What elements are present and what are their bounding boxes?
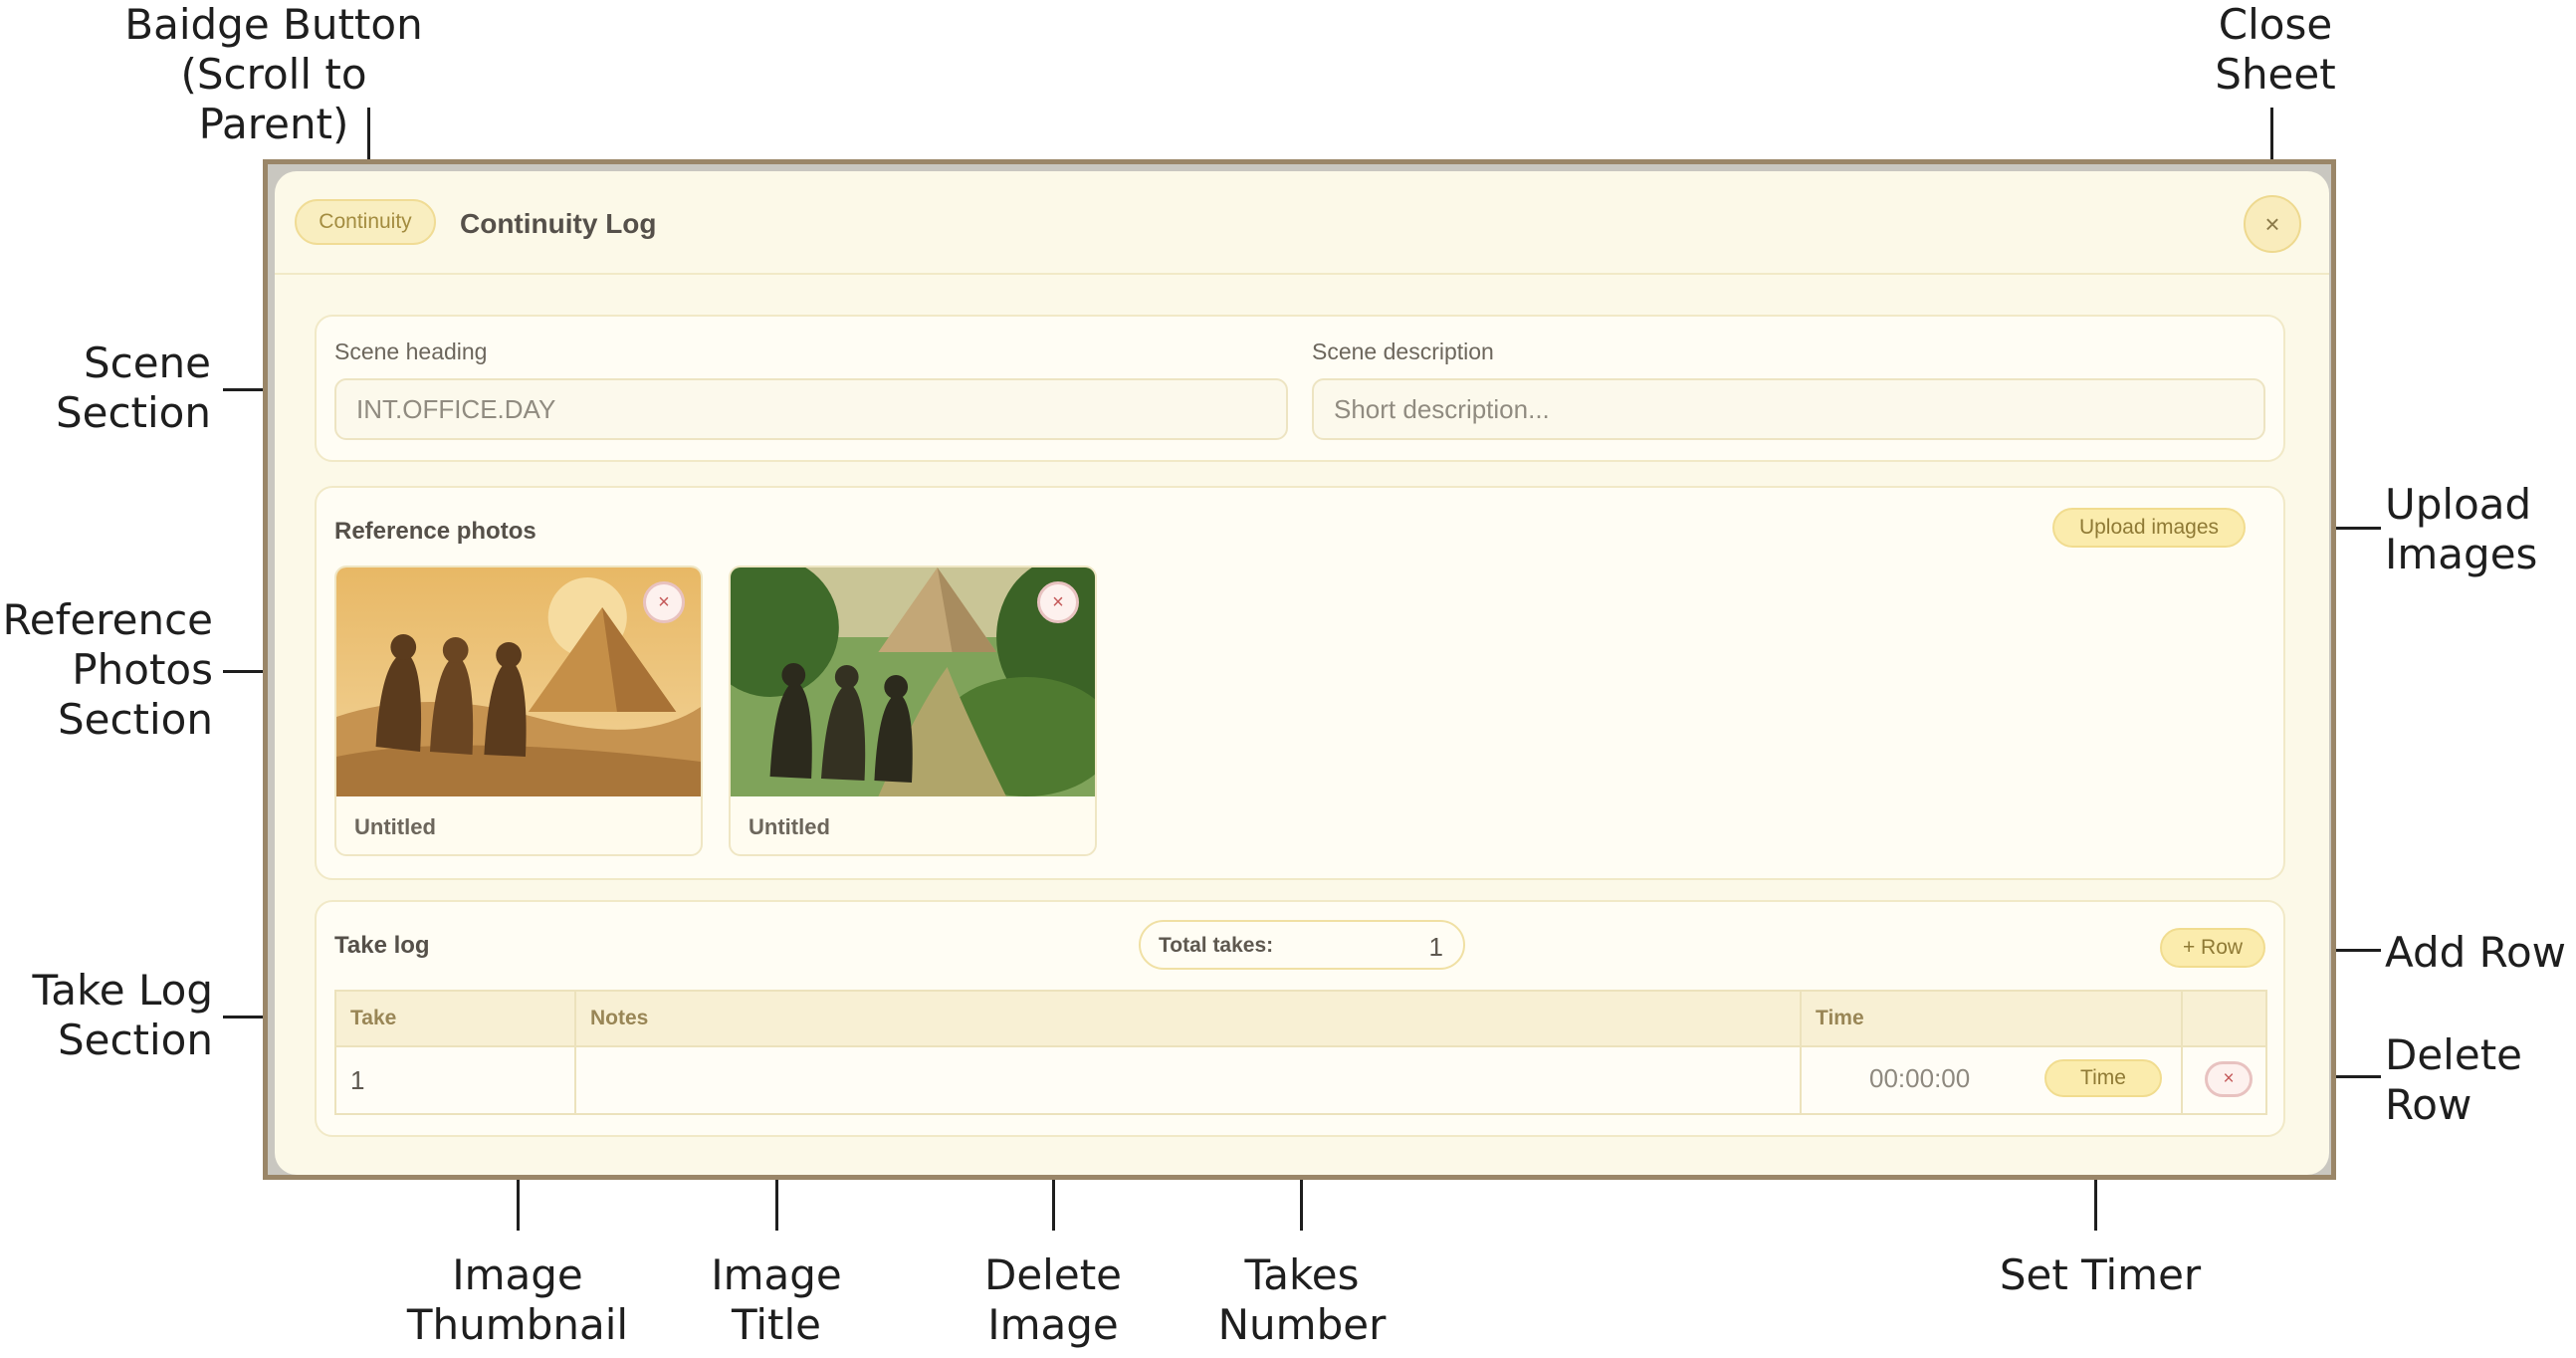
annotation-line: Close [2218,0,2333,49]
take-log-section: Take log Total takes: 1 + Row Take Notes… [315,900,2285,1137]
annotation-delete-row: Delete Row [2385,1030,2564,1130]
total-takes-value: 1 [1428,932,1443,962]
image-card[interactable]: × Untitled [334,566,703,856]
annotation-line: Image [711,1250,842,1299]
close-icon: × [2223,1068,2235,1089]
annotation-image-thumbnail: Image Thumbnail [398,1250,637,1350]
annotation-upload-images: Upload Images [2385,480,2564,579]
annotation-take-log-section: Take Log Section [10,966,213,1065]
annotation-line: Section [55,388,211,437]
annotation-line: Scene [83,339,211,387]
image-title: Untitled [749,814,830,839]
annotation-delete-image: Delete Image [973,1250,1133,1350]
annotation-line: Number [1217,1300,1387,1349]
total-takes: Total takes: 1 [1139,920,1465,970]
annotation-line: Photos [72,645,213,694]
actions-cell: × [2181,1045,2267,1115]
delete-image-button[interactable]: × [643,581,685,623]
annotation-line: Delete [984,1250,1122,1299]
close-sheet-button[interactable]: × [2244,195,2301,253]
scene-heading-label: Scene heading [334,339,488,364]
annotation-line: Take Log [32,966,213,1015]
column-header-notes: Notes [574,990,1802,1047]
add-row-button[interactable]: + Row [2160,928,2265,968]
annotation-line: Reference [2,595,214,644]
delete-row-button[interactable]: × [2205,1061,2253,1097]
sheet-header: Continuity Continuity Log × [275,171,2329,275]
annotation-line: Thumbnail [406,1300,629,1349]
close-icon: × [1052,591,1064,613]
image-title: Untitled [354,814,436,839]
set-timer-button[interactable]: Time [2044,1059,2162,1097]
badge-button[interactable]: Continuity [295,199,436,245]
take-log-title: Take log [334,932,430,959]
scene-description-input[interactable]: Short description... [1312,378,2265,440]
annotation-reference-photos-section: Reference Photos Section [0,595,214,745]
annotation-takes-number: Takes Number [1212,1250,1392,1350]
annotation-scene-section: Scene Section [20,339,211,438]
close-icon: × [658,591,670,613]
upload-images-button[interactable]: Upload images [2052,508,2246,548]
column-header-time: Time [1800,990,2183,1047]
annotation-line: Image [452,1250,583,1299]
table-header-row: Take Notes Time [334,990,2267,1047]
time-cell: 00:00:00 Time [1800,1045,2183,1115]
annotation-line: Takes [1244,1250,1360,1299]
scene-section: Scene heading INT.OFFICE.DAY Scene descr… [315,315,2285,462]
take-log-table: Take Notes Time 1 00:00:00 Time × [334,990,2267,1115]
annotation-add-row: Add Row [2385,928,2567,977]
annotation-line: Row [2385,1080,2472,1129]
scene-heading-input[interactable]: INT.OFFICE.DAY [334,378,1288,440]
scene-description-label: Scene description [1312,339,1494,364]
annotation-line: Title [731,1300,821,1349]
annotation-line: Baidge Button [124,0,423,49]
table-row: 1 00:00:00 Time × [334,1045,2267,1115]
annotation-line: Sheet [2215,50,2336,99]
notes-cell[interactable] [574,1045,1802,1115]
take-cell[interactable]: 1 [334,1045,576,1115]
annotation-close-sheet: Close Sheet [2206,0,2345,100]
time-value: 00:00:00 [1869,1063,1971,1093]
delete-image-button[interactable]: × [1037,581,1079,623]
annotation-set-timer: Set Timer [1999,1250,2202,1299]
annotation-line: (Scroll to Parent) [180,50,367,148]
annotation-image-title: Image Title [697,1250,856,1350]
image-card[interactable]: × Untitled [729,566,1097,856]
annotation-line: Delete [2385,1030,2522,1079]
continuity-sheet: Continuity Continuity Log × Scene headin… [275,171,2329,1175]
close-icon: × [2264,209,2280,239]
reference-photos-title: Reference photos [334,518,537,545]
annotation-badge-button: Baidge Button (Scroll to Parent) [109,0,438,149]
sheet-title: Continuity Log [460,208,657,239]
annotation-line: Section [57,1016,213,1064]
annotation-line: Upload [2385,480,2532,529]
reference-photos-section: Reference photos Upload images × Untitle… [315,486,2285,880]
column-header-take: Take [334,990,576,1047]
annotation-line: Image [987,1300,1119,1349]
total-takes-label: Total takes: [1159,934,1274,957]
annotation-line: Images [2385,530,2538,578]
column-header-actions [2181,990,2267,1047]
annotation-line: Section [57,695,213,744]
